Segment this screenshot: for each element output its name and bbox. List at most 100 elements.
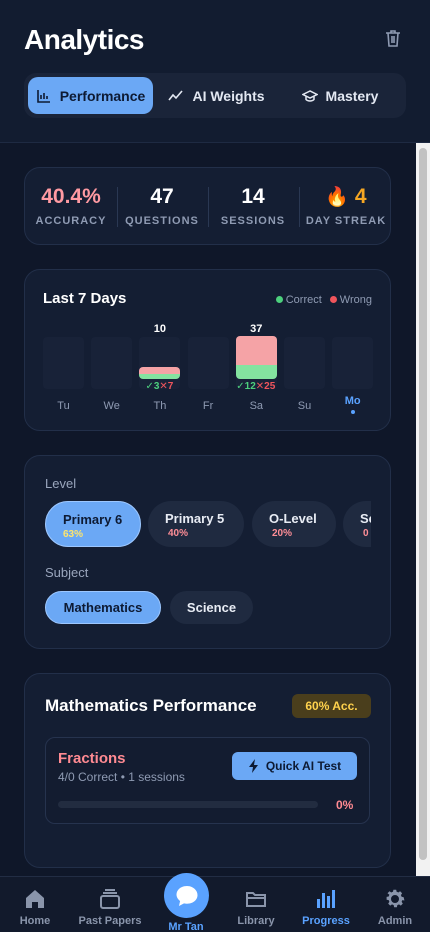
chat-bubble-icon (164, 873, 209, 918)
quick-ai-test-button[interactable]: Quick AI Test (232, 752, 357, 780)
legend-wrong-label: Wrong (339, 294, 372, 306)
bar-slot-tu (43, 337, 84, 389)
questions-label: QUESTIONS (125, 215, 199, 227)
pill-name: O-Level (269, 511, 317, 526)
content-scroll[interactable]: 40.4% ACCURACY 47 QUESTIONS 14 SESSIONS … (0, 143, 430, 876)
fire-icon: 🔥 (325, 187, 350, 208)
pill-percent: 20% (272, 528, 293, 539)
level-pill-primary-6[interactable]: Primary 6 63% (45, 501, 141, 547)
nav-past-papers[interactable]: Past Papers (75, 877, 145, 932)
bar-total-label: 10 (153, 323, 167, 335)
day-label-th: Th (153, 400, 167, 412)
topic-progress-bar (58, 801, 318, 808)
bar-slot-mo (332, 337, 374, 389)
divider (117, 187, 118, 227)
divider (208, 187, 209, 227)
level-pill-o-level[interactable]: O-Level 20% (252, 501, 336, 547)
nav-label: Home (19, 915, 51, 927)
analytics-tabs: Performance AI Weights Mastery (24, 73, 406, 118)
stats-card: 40.4% ACCURACY 47 QUESTIONS 14 SESSIONS … (24, 167, 391, 245)
accuracy-value: 40.4% (41, 185, 101, 208)
day-label-sa: Sa (249, 400, 264, 412)
nav-progress[interactable]: Progress (291, 877, 361, 932)
questions-value: 47 (150, 185, 174, 208)
nav-label: Progress (302, 915, 350, 927)
nav-label: Past Papers (78, 915, 142, 927)
stat-accuracy: 40.4% ACCURACY (29, 185, 113, 227)
chart-legend: Correct Wrong (275, 294, 372, 306)
page-title: Analytics (24, 24, 145, 55)
tab-performance[interactable]: Performance (28, 77, 153, 114)
bar-wrong-sa (235, 336, 277, 365)
quick-ai-test-label: Quick AI Test (265, 759, 342, 773)
level-pill-primary-5[interactable]: Primary 5 40% (148, 501, 244, 547)
bar-chart-icon (36, 89, 50, 103)
legend-wrong: Wrong (329, 294, 372, 306)
home-icon (26, 890, 44, 908)
chart-title: Last 7 Days (43, 290, 127, 307)
bottom-nav: Home Past Papers Mr Tan Library Progress… (0, 873, 430, 932)
bar-chart-icon (317, 890, 335, 908)
streak-label: DAY STREAK (305, 215, 387, 227)
header: Analytics Performance AI Weights Mastery (0, 0, 430, 143)
level-pill-row[interactable]: Primary 6 63% Primary 5 40% O-Level 20% … (25, 500, 371, 550)
graduation-cap-icon (301, 89, 318, 102)
day-label-fr: Fr (202, 400, 214, 412)
legend-correct-label: Correct (285, 294, 322, 306)
pill-percent: 40% (168, 528, 189, 539)
nav-label: Mr Tan (168, 921, 204, 932)
subject-label: Subject (45, 565, 89, 580)
tab-label: AI Weights (192, 87, 265, 104)
level-label: Level (45, 476, 77, 491)
trash-icon[interactable] (384, 28, 402, 48)
pill-name: Primary 6 (63, 512, 123, 527)
nav-admin[interactable]: Admin (360, 877, 430, 932)
bar-wrong-th (139, 367, 181, 374)
accuracy-badge: 60% Acc. (292, 694, 371, 718)
folder-icon (246, 892, 266, 907)
pill-percent: 63% (63, 529, 84, 540)
performance-title: Mathematics Performance (45, 696, 257, 715)
day-label-we: We (103, 400, 120, 412)
nav-library[interactable]: Library (221, 877, 291, 932)
bar-slot-su (284, 337, 325, 389)
bar-breakdown-label: ✓3✕7 (145, 381, 174, 392)
bar-breakdown-label: ✓12✕25 (236, 381, 276, 392)
legend-correct: Correct (275, 294, 322, 306)
subject-pill-science[interactable]: Science (170, 591, 253, 624)
weekly-chart-card: Last 7 Days Correct Wrong Tu We 10 ✓3✕7 Th Fr… (24, 269, 391, 431)
pill-name: Primary 5 (165, 511, 225, 526)
tab-ai-weights[interactable]: AI Weights (159, 77, 274, 114)
today-indicator (350, 410, 355, 414)
bar-slot-fr (187, 337, 229, 389)
stat-questions: 47 QUESTIONS (121, 185, 203, 227)
streak-number: 4 (354, 185, 367, 208)
topic-card[interactable]: Fractions 4/0 Correct • 1 sessions Quick… (45, 737, 370, 824)
nav-home[interactable]: Home (0, 877, 70, 932)
bar-correct-sa (235, 365, 277, 379)
progress-percent: 0% (336, 798, 354, 812)
stat-sessions: 14 SESSIONS (212, 185, 294, 227)
topic-subtitle: 4/0 Correct • 1 sessions (58, 770, 185, 784)
level-pill-secondary[interactable]: Se 0 (343, 501, 371, 547)
sessions-value: 14 (241, 185, 265, 208)
gear-icon (386, 889, 405, 908)
tab-label: Mastery (325, 87, 379, 104)
performance-card: Mathematics Performance 60% Acc. Fractio… (24, 673, 391, 868)
subject-pill-mathematics[interactable]: Mathematics (45, 591, 161, 624)
day-label-su: Su (297, 400, 312, 412)
scrollbar-thumb[interactable] (419, 148, 427, 860)
topic-name: Fractions (58, 750, 126, 767)
bar-total-label: 37 (250, 323, 263, 335)
stack-icon (100, 889, 120, 909)
sessions-label: SESSIONS (220, 215, 286, 227)
tab-label: Performance (59, 87, 146, 104)
nav-label: Library (237, 915, 275, 927)
filters-card: Level Primary 6 63% Primary 5 40% O-Leve… (24, 455, 391, 649)
day-label-mo: Mo (344, 395, 361, 407)
tab-mastery[interactable]: Mastery (286, 77, 394, 114)
lightning-icon (248, 759, 258, 773)
nav-mr-tan[interactable]: Mr Tan (151, 873, 221, 932)
streak-value: 🔥 4 (303, 185, 389, 209)
pill-percent: 0 (363, 528, 369, 539)
